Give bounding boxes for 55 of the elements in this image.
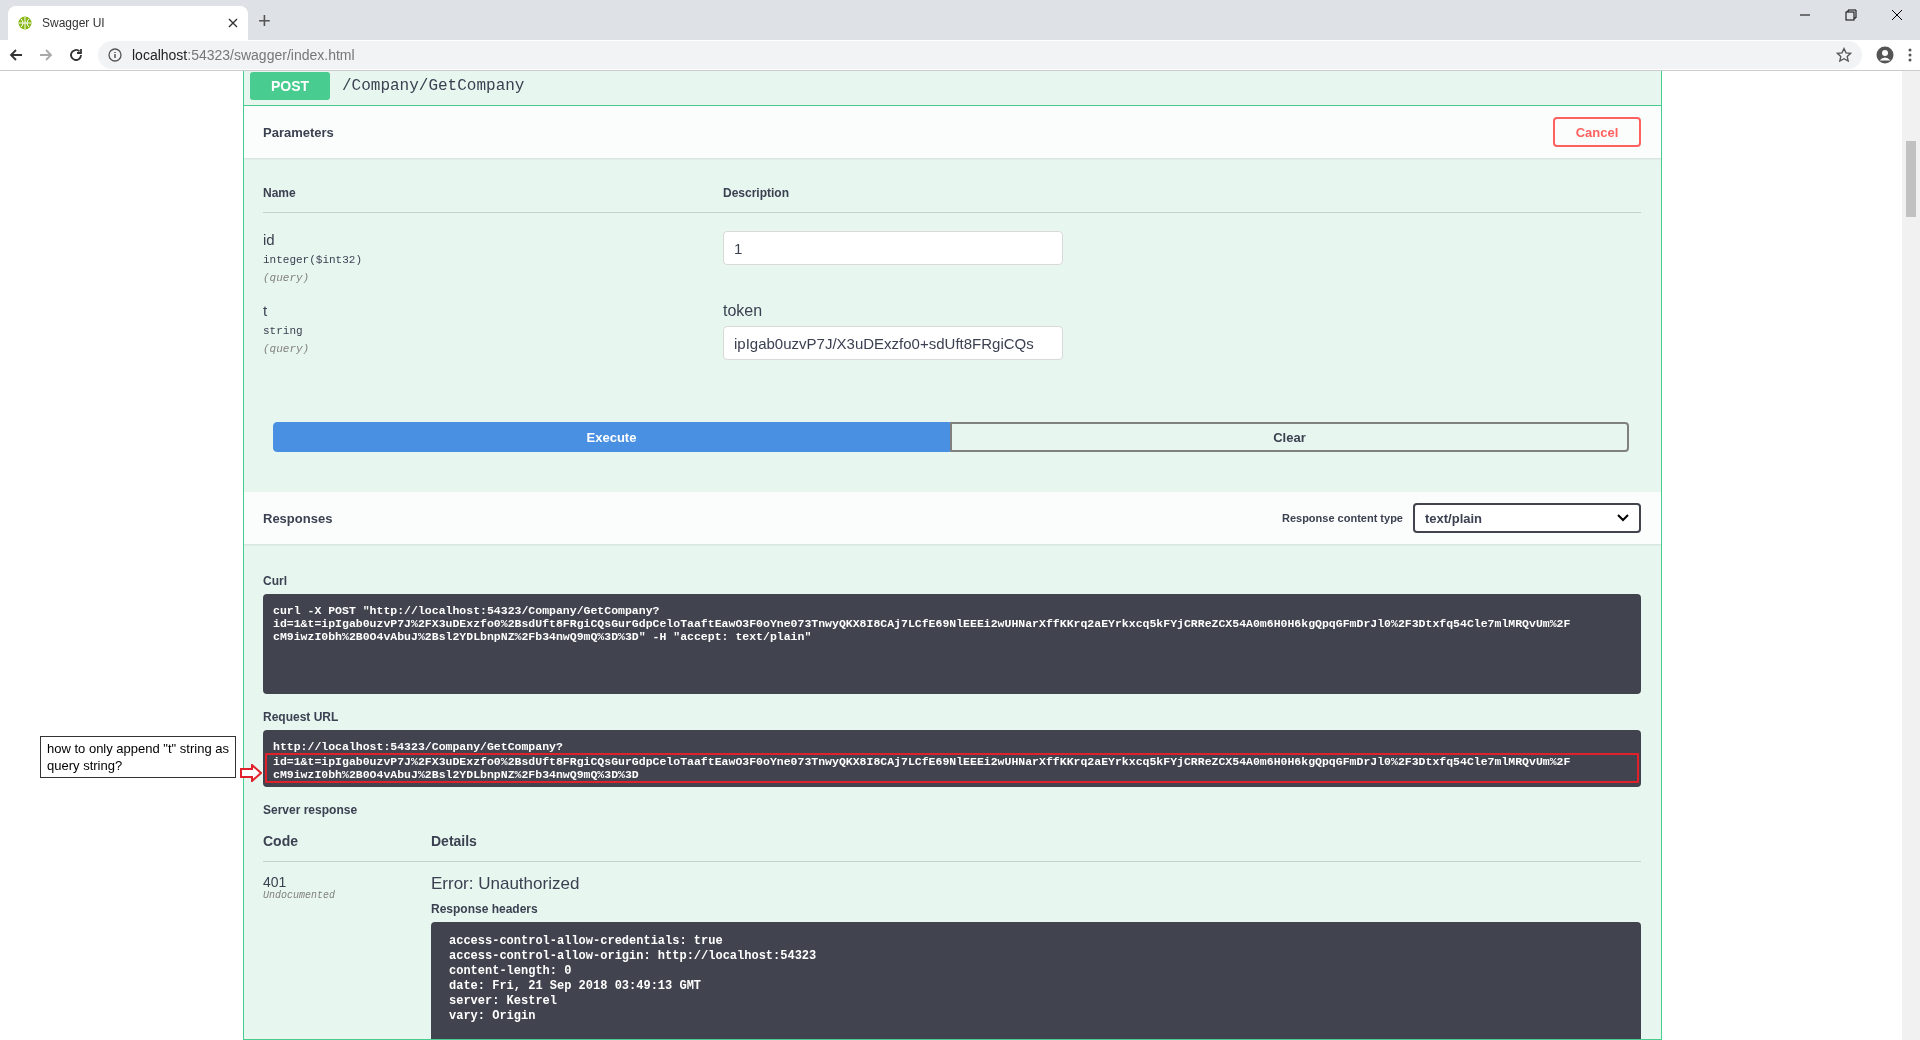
header-line: vary: Origin (449, 1009, 537, 1024)
error-message: Error: Unauthorized (431, 873, 581, 894)
url-line: http://localhost:54323/Company/GetCompany? (273, 740, 564, 753)
annotation-note: how to only append "t" string as query string? (40, 736, 236, 778)
menu-icon[interactable] (1908, 47, 1912, 63)
back-icon[interactable] (8, 47, 24, 63)
parameter-type: integer($int32) (263, 254, 364, 266)
url-line: cM9iwzI0bh%2B0O4vAbuJ%2Bsl2YDLbnpNZ%2Fb34nwQ9mQ%3D%3D (265, 768, 1639, 781)
column-header: Name (263, 186, 723, 213)
browser-tab[interactable]: Swagger UI (8, 6, 248, 40)
chevron-down-icon (1617, 514, 1629, 522)
content-type-label: Response content type (1281, 512, 1403, 524)
section-title: Parameters (263, 124, 334, 140)
scrollbar[interactable] (1902, 71, 1920, 1040)
account-icon[interactable] (1876, 46, 1894, 64)
parameter-description: token (723, 302, 764, 320)
parameter-type: string (263, 325, 304, 337)
globe-icon (18, 16, 32, 30)
content-type-select[interactable]: text/plain (1413, 503, 1641, 533)
action-button[interactable]: Clear (950, 422, 1629, 452)
header-line: server: Kestrel (449, 994, 559, 1009)
curl-line: curl -X POST "http://localhost:54323/Company/GetCompany? (273, 604, 661, 617)
reload-icon[interactable] (68, 47, 84, 63)
header-line: access-control-allow-credentials: true (449, 934, 724, 949)
endpoint-path: /Company/GetCompany (342, 77, 525, 95)
url-line: id=1&t=ipIgab0uzvP7J%2FX3uDExzfo0%2BsdUft8FRgiCQsGurGdpCeloTaaftEawO3F0oYne073TnwyQKX8I8CAj7LCfE69NlEEEi2wUHNarXffKKrq2aEYrkxcq5kFYjCRReZCX54A0m6H0H6kgQpqGFmDrJl0%2F3Dtxfq54Cle7mlMRQvUm%2F (265, 755, 1639, 768)
status-code: 401 (263, 874, 288, 890)
response-headers-label: Response headers (431, 902, 539, 916)
column-header: Description (723, 186, 1641, 213)
address-bar[interactable]: localhost:54323/swagger/index.html (98, 41, 1862, 69)
curl-line: id=1&t=ipIgab0uzvP7J%2FX3uDExzfo0%2BsdUft8FRgiCQsGurGdpCeloTaaftEawO3F0oYne073TnwyQKX8I8CAj7LCfE69NlEEEi2wUHNarXffKKrq2aEYrkxcq5kFYjCRReZCX54A0m6H0H6kgQpqGFmDrJl0%2F3Dtxfq54Cle7mlMRQvUm%2F (273, 617, 1572, 630)
header-line: date: Fri, 21 Sep 2018 03:49:13 GMT (449, 979, 703, 994)
parameter-name: id (263, 231, 276, 248)
parameter-name: t (263, 302, 269, 319)
curl-line: cM9iwzI0bh%2B0O4vAbuJ%2Bsl2YDLbnpNZ%2Fb34nwQ9mQ%3D%3D" -H "accept: text/plain" (273, 630, 813, 643)
method-badge: POST (250, 72, 330, 100)
header-line: content-length: 0 (449, 964, 573, 979)
star-icon[interactable] (1836, 47, 1852, 63)
column-header: Code (263, 823, 431, 862)
header-line: access-control-allow-origin: http://localhost:54323 (449, 949, 818, 964)
arrow-icon (240, 764, 262, 782)
info-icon (108, 48, 122, 62)
parameter-location: (query) (263, 272, 311, 284)
column-header: Details (431, 823, 1641, 862)
new-tab-button[interactable]: + (258, 8, 271, 34)
status-note: Undocumented (263, 890, 336, 901)
input-field[interactable]: ipIgab0uzvP7J/X3uDExzfo0+sdUft8FRgiCQs (723, 326, 1063, 360)
request-url-label: Request URL (263, 710, 340, 724)
close-icon[interactable] (228, 18, 238, 28)
parameter-location: (query) (263, 343, 311, 355)
input-field[interactable]: 1 (723, 231, 1063, 265)
curl-label: Curl (263, 574, 288, 588)
server-response-label: Server response (263, 803, 359, 817)
section-title: Responses (263, 510, 333, 526)
tab-title: Swagger UI (42, 16, 106, 30)
